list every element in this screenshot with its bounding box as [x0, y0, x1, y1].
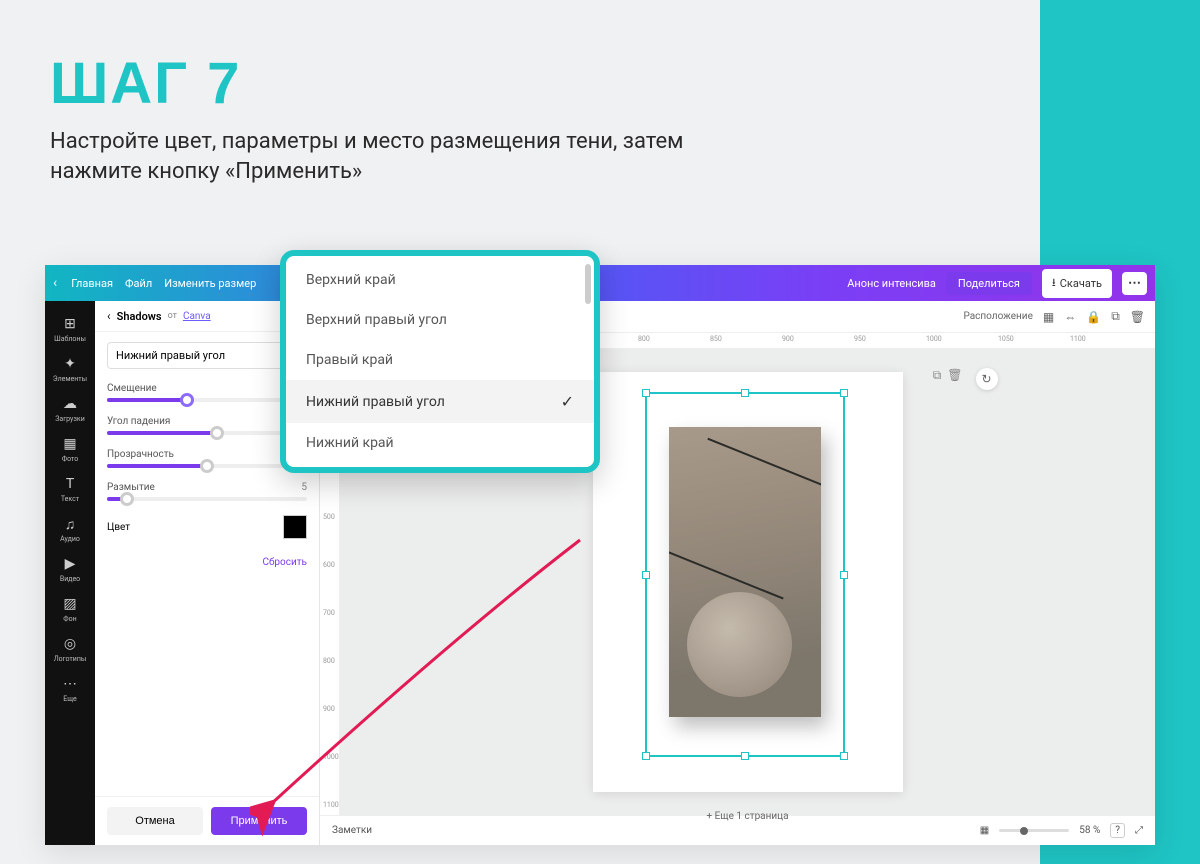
blur-slider[interactable]: [107, 497, 307, 501]
top-menu-bar: ‹ Главная Файл Изменить размер Анонс инт…: [45, 265, 1155, 301]
app-window: ‹ Главная Файл Изменить размер Анонс инт…: [45, 265, 1155, 845]
apply-button[interactable]: Применить: [211, 807, 307, 835]
rail-item-Загрузки[interactable]: ☁ Загрузки: [55, 389, 85, 429]
help-icon[interactable]: ?: [1110, 823, 1125, 838]
rail-item-Текст[interactable]: T Текст: [61, 469, 79, 509]
rail-item-Еще[interactable]: ⋯ Еще: [61, 669, 79, 709]
delete-page-icon[interactable]: 🗑: [947, 368, 962, 383]
rail-icon: T: [61, 475, 79, 493]
rail-icon: ▦: [61, 435, 79, 453]
left-rail: ⊞ Шаблоны ✦ Элементы ☁ Загрузки ▦ Фото T Текст ♫ Ау…: [45, 301, 95, 845]
shadow-position-dropdown: Верхний крайВерхний правый уголПравый кр…: [280, 250, 600, 473]
rail-icon: ♫: [61, 515, 79, 533]
download-button[interactable]: ⭳ Скачать: [1042, 269, 1112, 298]
color-label: Цвет: [107, 522, 130, 533]
rail-label: Аудио: [60, 536, 80, 543]
page-quick-tools: ⧉ 🗑: [933, 368, 963, 383]
trash-icon[interactable]: 🗑: [1130, 310, 1145, 324]
nav-resize[interactable]: Изменить размер: [164, 277, 256, 290]
shadow-position-select[interactable]: Нижний правый угол ⌄: [107, 342, 307, 369]
nav-file[interactable]: Файл: [125, 277, 152, 290]
nav-home[interactable]: Главная: [71, 277, 113, 290]
zoom-value: 58 %: [1079, 825, 1100, 836]
download-icon: ⭳: [1052, 274, 1056, 293]
duplicate-icon[interactable]: ⧉: [1111, 309, 1120, 324]
rail-label: Фон: [63, 616, 76, 623]
dropdown-scrollbar[interactable]: [585, 264, 591, 304]
opacity-label: Прозрачность: [107, 449, 174, 460]
rail-icon: ⊞: [61, 315, 79, 333]
panel-title: Shadows: [117, 310, 162, 323]
angle-label: Угол падения: [107, 416, 170, 427]
rail-label: Фото: [62, 456, 79, 463]
rail-icon: ◎: [61, 635, 79, 653]
back-chevron-icon[interactable]: ‹: [53, 275, 57, 291]
transparency-icon[interactable]: ▦: [1043, 310, 1054, 324]
rail-item-Фон[interactable]: ▨ Фон: [61, 589, 79, 629]
color-swatch[interactable]: [283, 515, 307, 539]
check-icon: ✓: [561, 392, 574, 411]
tutorial-header: ШАГ 7 Настройте цвет, параметры и место …: [50, 50, 700, 186]
rail-icon: ☁: [61, 395, 79, 413]
rail-label: Логотипы: [54, 656, 87, 663]
rail-item-Видео[interactable]: ▶ Видео: [60, 549, 80, 589]
angle-slider[interactable]: [107, 431, 307, 435]
fullscreen-icon[interactable]: ⤢: [1135, 825, 1143, 836]
refresh-icon[interactable]: ↻: [976, 368, 998, 390]
notes-button[interactable]: Заметки: [332, 825, 372, 836]
rail-item-Шаблоны[interactable]: ⊞ Шаблоны: [54, 309, 86, 349]
rail-label: Видео: [60, 576, 80, 583]
dropdown-option[interactable]: Правый край: [286, 340, 594, 380]
dropdown-option[interactable]: Верхний правый угол: [286, 300, 594, 340]
rail-item-Логотипы[interactable]: ◎ Логотипы: [54, 629, 87, 669]
blur-label: Размытие: [107, 482, 155, 493]
rail-item-Аудио[interactable]: ♫ Аудио: [60, 509, 80, 549]
rail-label: Загрузки: [55, 416, 85, 423]
rail-item-Элементы[interactable]: ✦ Элементы: [53, 349, 87, 389]
rail-icon: ▨: [61, 595, 79, 613]
panel-back-icon[interactable]: ‹: [107, 309, 111, 323]
canvas-page[interactable]: ⧉ 🗑 ↻: [593, 372, 903, 792]
rail-label: Текст: [61, 496, 79, 503]
rail-label: Элементы: [53, 376, 87, 383]
dropdown-option[interactable]: Нижний край: [286, 423, 594, 463]
selection-box[interactable]: [645, 392, 845, 757]
position-label[interactable]: Расположение: [963, 311, 1032, 322]
offset-slider[interactable]: [107, 398, 307, 402]
tutorial-description: Настройте цвет, параметры и место размещ…: [50, 127, 700, 186]
rail-icon: ▶: [61, 555, 79, 573]
link-icon[interactable]: ⇔: [1064, 310, 1076, 324]
tutorial-title: ШАГ 7: [50, 50, 700, 117]
share-button[interactable]: Поделиться: [946, 272, 1032, 295]
dropdown-option[interactable]: Нижний правый угол✓: [286, 380, 594, 423]
rail-label: Еще: [63, 696, 77, 703]
copy-page-icon[interactable]: ⧉: [933, 368, 942, 383]
panel-by: от: [168, 311, 177, 321]
add-page-label[interactable]: + Еще 1 страница: [706, 811, 788, 822]
cancel-button[interactable]: Отмена: [107, 807, 203, 835]
lock-icon[interactable]: 🔒: [1086, 310, 1101, 324]
reset-link[interactable]: Сбросить: [107, 557, 307, 568]
blur-value: 5: [301, 482, 307, 493]
zoom-slider[interactable]: [999, 829, 1069, 832]
rail-item-Фото[interactable]: ▦ Фото: [61, 429, 79, 469]
more-button[interactable]: ⋯: [1122, 272, 1147, 295]
opacity-slider[interactable]: [107, 464, 307, 468]
document-title[interactable]: Анонс интенсива: [847, 277, 936, 290]
rail-icon: ✦: [61, 355, 79, 373]
rail-label: Шаблоны: [54, 336, 86, 343]
grid-view-icon[interactable]: ▦: [980, 825, 989, 836]
offset-label: Смещение: [107, 383, 157, 394]
rail-icon: ⋯: [61, 675, 79, 693]
panel-brand-link[interactable]: Canva: [183, 311, 211, 322]
dropdown-option[interactable]: Верхний край: [286, 260, 594, 300]
